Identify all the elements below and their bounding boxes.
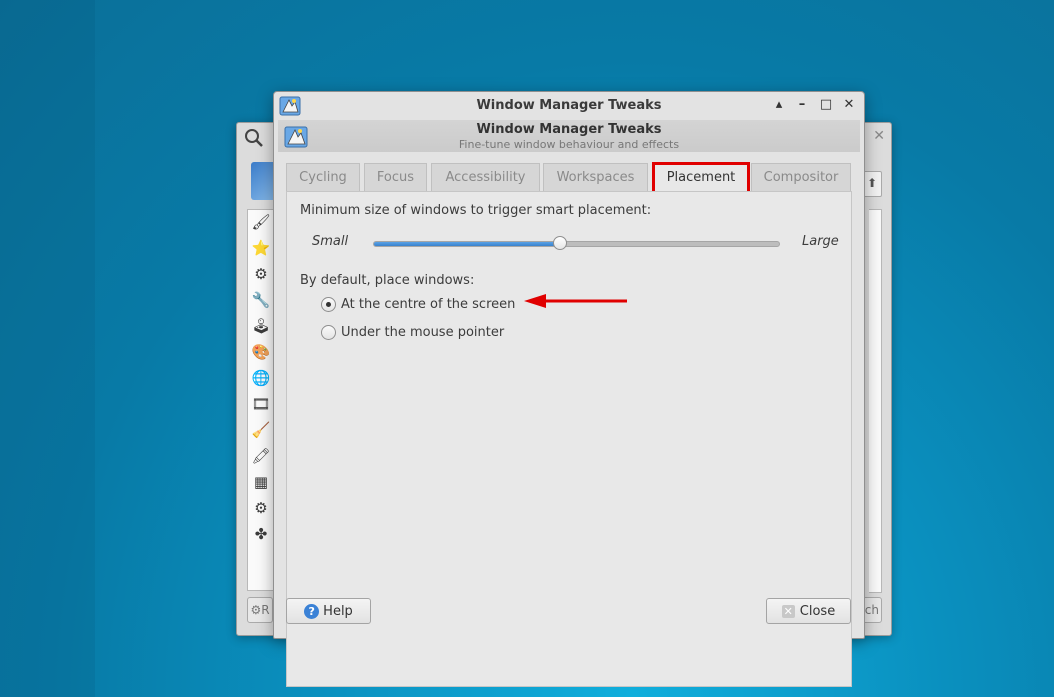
tab-focus[interactable]: Focus (364, 163, 427, 191)
smart-placement-slider[interactable] (373, 236, 780, 250)
palette-icon[interactable]: 🎨 (251, 342, 271, 362)
back-content-edge (869, 209, 882, 593)
minimize-icon[interactable]: – (794, 97, 810, 113)
close-icon[interactable]: ✕ (841, 97, 857, 113)
radio-label-centre[interactable]: At the centre of the screen (341, 297, 515, 312)
tweaks-icon[interactable]: 🖌 (251, 212, 271, 232)
media-icon[interactable]: 🎞 (251, 394, 271, 414)
desktop-shade (0, 0, 95, 697)
tools-icon[interactable]: 🔧 (251, 290, 271, 310)
radio-option-centre[interactable]: At the centre of the screen (321, 295, 515, 313)
close-icon: ✕ (781, 604, 795, 618)
gear-icon: ⚙ (250, 603, 262, 617)
gears-icon[interactable]: ⚙ (251, 264, 271, 284)
radio-button-mouse[interactable] (321, 324, 336, 340)
brushes-icon[interactable]: 🖍 (251, 446, 271, 466)
star-icon[interactable]: ⭐ (251, 238, 271, 258)
joystick-icon[interactable]: 🕹 (251, 316, 271, 336)
settings-icon[interactable]: ⚙ (251, 498, 271, 518)
close-button-label: Close (799, 603, 836, 619)
red-arrow-annotation (524, 294, 627, 308)
tab-placement[interactable]: Placement (654, 163, 748, 193)
header-subtitle: Fine-tune window behaviour and effects (458, 138, 680, 151)
close-icon[interactable]: ✕ (873, 128, 885, 144)
category-icon-list[interactable]: 🖌 ⭐ ⚙ 🔧 🕹 🎨 🌐 🎞 🧹 🖍 ▦ ⚙ ✤ (247, 209, 276, 591)
dialog-header: Window Manager Tweaks Fine-tune window b… (278, 120, 860, 152)
tab-accessibility[interactable]: Accessibility (431, 163, 540, 191)
smart-placement-label: Minimum size of windows to trigger smart… (300, 203, 652, 218)
window-manager-tweaks-dialog: Window Manager Tweaks ▴ – □ ✕ Window Man… (273, 91, 865, 687)
help-button[interactable]: ? Help (286, 598, 371, 624)
back-help-button[interactable]: ⚙R (247, 597, 273, 623)
slider-handle[interactable] (553, 236, 568, 250)
scroll-up-button[interactable]: ⬆ (862, 171, 882, 197)
roll-up-icon[interactable]: ▴ (771, 97, 787, 113)
help-button-label: Help (323, 603, 353, 619)
radio-option-mouse[interactable]: Under the mouse pointer (321, 323, 504, 341)
maximize-icon[interactable]: □ (818, 97, 834, 113)
header-title: Window Manager Tweaks (476, 122, 662, 137)
slider-max-label: Large (802, 234, 839, 249)
titlebar[interactable]: Window Manager Tweaks ▴ – □ ✕ (274, 92, 864, 120)
close-button[interactable]: ✕ Close (766, 598, 851, 624)
globe-icon[interactable]: 🌐 (251, 368, 271, 388)
radio-label-mouse[interactable]: Under the mouse pointer (341, 325, 504, 340)
magnifier-icon[interactable] (243, 127, 265, 149)
slider-min-label: Small (312, 234, 349, 249)
radio-button-centre[interactable] (321, 296, 336, 312)
default-placement-label: By default, place windows: (300, 273, 475, 288)
slider-fill (374, 242, 561, 246)
tab-compositor[interactable]: Compositor (751, 163, 851, 191)
tab-cycling[interactable]: Cycling (286, 163, 360, 191)
help-icon: ? (304, 603, 320, 619)
panel-icon[interactable]: ▦ (251, 472, 271, 492)
accessibility-icon[interactable]: ✤ (251, 524, 271, 544)
cleaner-icon[interactable]: 🧹 (251, 420, 271, 440)
tab-workspaces[interactable]: Workspaces (543, 163, 648, 191)
